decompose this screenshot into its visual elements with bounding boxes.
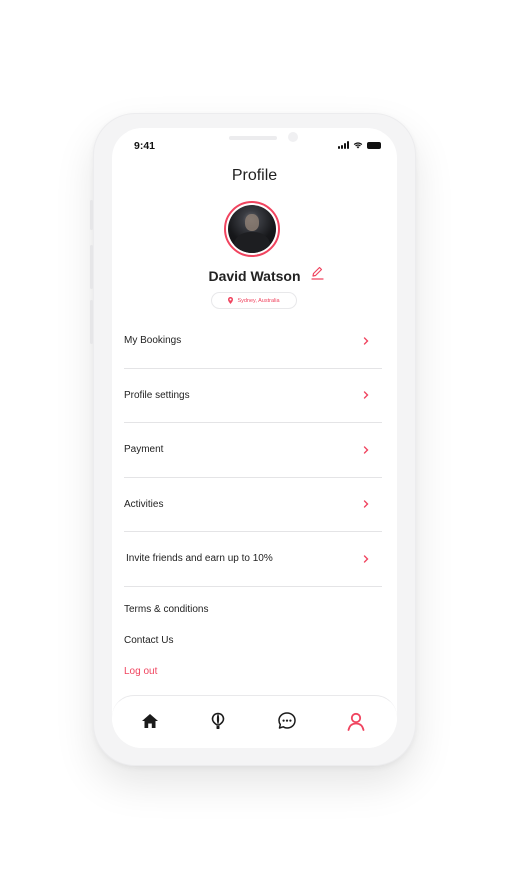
phone-side-button bbox=[90, 245, 93, 289]
chevron-right-icon bbox=[363, 337, 369, 345]
terms-link[interactable]: Terms & conditions bbox=[124, 604, 208, 615]
phone-screen: 9:41 Profile David Watson Sydney, Austra… bbox=[112, 128, 397, 748]
phone-side-button bbox=[90, 200, 93, 230]
tab-home[interactable] bbox=[138, 709, 162, 733]
signal-icon bbox=[338, 141, 349, 149]
menu-item-label: Payment bbox=[124, 444, 164, 456]
tab-messages[interactable] bbox=[275, 709, 299, 733]
chat-icon bbox=[278, 712, 296, 729]
logout-link[interactable]: Log out bbox=[124, 666, 157, 677]
user-icon bbox=[347, 712, 365, 731]
menu-item-activities[interactable]: Activities bbox=[124, 478, 382, 532]
chevron-right-icon bbox=[363, 391, 369, 399]
wifi-icon bbox=[353, 142, 363, 149]
chevron-right-icon bbox=[363, 555, 369, 563]
page-title: Profile bbox=[231, 167, 278, 184]
menu-item-profile-settings[interactable]: Profile settings bbox=[124, 369, 382, 423]
profile-name: David Watson bbox=[208, 268, 301, 284]
speaker-grille bbox=[229, 136, 277, 140]
status-icons bbox=[338, 141, 381, 149]
menu-item-payment[interactable]: Payment bbox=[124, 423, 382, 478]
front-camera bbox=[288, 132, 298, 142]
location-badge: Sydney, Australia bbox=[211, 292, 297, 309]
tab-explore[interactable] bbox=[206, 709, 230, 733]
home-icon bbox=[142, 714, 158, 728]
phone-side-button bbox=[90, 300, 93, 344]
bottom-tab-bar bbox=[112, 695, 397, 748]
location-text: Sydney, Australia bbox=[237, 297, 280, 304]
avatar-photo bbox=[228, 205, 276, 253]
balloon-icon bbox=[211, 712, 225, 729]
profile-menu: My Bookings Profile settings Payment Act… bbox=[124, 314, 382, 587]
location-pin-icon bbox=[228, 297, 234, 304]
tab-profile[interactable] bbox=[344, 709, 368, 733]
profile-name-row: David Watson bbox=[112, 268, 397, 286]
avatar[interactable] bbox=[224, 201, 280, 257]
edit-icon[interactable] bbox=[309, 265, 325, 281]
status-time: 9:41 bbox=[134, 140, 156, 152]
menu-item-my-bookings[interactable]: My Bookings bbox=[124, 314, 382, 369]
chevron-right-icon bbox=[363, 500, 369, 508]
menu-item-label: Invite friends and earn up to 10% bbox=[126, 553, 273, 565]
contact-link[interactable]: Contact Us bbox=[124, 635, 173, 646]
chevron-right-icon bbox=[363, 446, 369, 454]
menu-item-invite-friends[interactable]: Invite friends and earn up to 10% bbox=[124, 532, 382, 587]
menu-item-label: Activities bbox=[124, 498, 164, 510]
menu-item-label: My Bookings bbox=[124, 335, 182, 347]
battery-icon bbox=[367, 141, 381, 149]
menu-item-label: Profile settings bbox=[124, 389, 190, 401]
